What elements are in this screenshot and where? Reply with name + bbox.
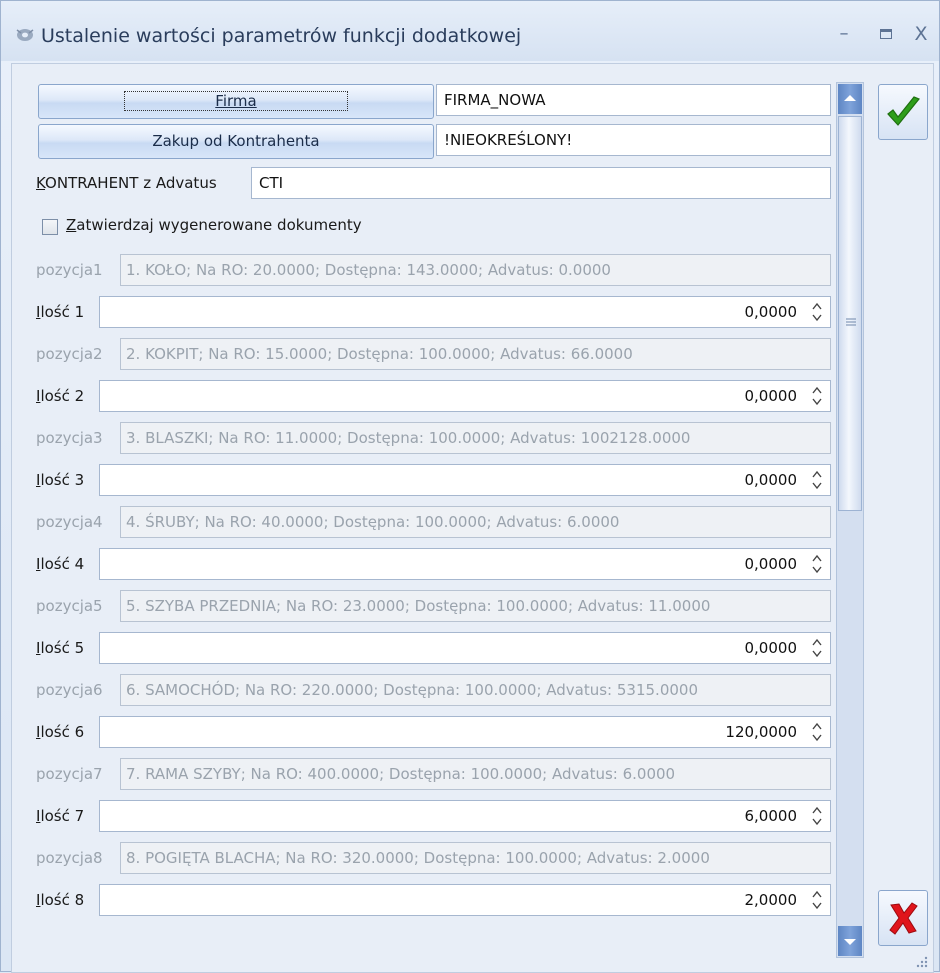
minimize-button[interactable]: –: [829, 21, 859, 47]
quantity-value: 6,0000: [744, 807, 798, 825]
position-field: 4. ŚRUBY; Na RO: 40.0000; Dostępna: 100.…: [120, 506, 831, 538]
quantity-stepper[interactable]: 0,0000: [99, 464, 831, 496]
quantity-label: Ilość 8: [36, 891, 85, 909]
quantity-value: 0,0000: [744, 471, 798, 489]
zakup-button-label: Zakup od Kontrahenta: [152, 132, 320, 150]
zatwierdzaj-label: Zatwierdzaj wygenerowane dokumenty: [66, 216, 362, 234]
zakup-od-kontrahenta-button[interactable]: Zakup od Kontrahenta: [38, 124, 434, 159]
firma-field[interactable]: FIRMA_NOWA: [436, 84, 831, 116]
position-field: 5. SZYBA PRZEDNIA; Na RO: 23.0000; Dostę…: [120, 590, 831, 622]
position-field: 8. POGIĘTA BLACHA; Na RO: 320.0000; Dost…: [120, 842, 831, 874]
quantity-label: Ilość 3: [36, 471, 85, 489]
spinner-icon[interactable]: [810, 720, 824, 744]
quantity-stepper[interactable]: 0,0000: [99, 632, 831, 664]
maximize-button[interactable]: [871, 21, 901, 47]
kontrahent-name-field[interactable]: !NIEOKREŚLONY!: [436, 124, 831, 156]
vertical-scrollbar[interactable]: [836, 82, 864, 958]
grip-icon: [846, 318, 856, 326]
spinner-icon[interactable]: [810, 636, 824, 660]
close-button[interactable]: X: [906, 21, 936, 47]
quantity-label: Ilość 4: [36, 555, 85, 573]
title-bar: Ustalenie wartości parametrów funkcji do…: [1, 1, 939, 61]
scroll-thumb[interactable]: [838, 116, 862, 511]
resize-grip-icon[interactable]: [915, 954, 929, 968]
spinner-icon[interactable]: [810, 888, 824, 912]
quantity-stepper[interactable]: 0,0000: [99, 548, 831, 580]
quantity-value: 2,0000: [744, 891, 798, 909]
position-field: 1. KOŁO; Na RO: 20.0000; Dostępna: 143.0…: [120, 254, 831, 286]
ok-button[interactable]: [878, 84, 928, 140]
kontrahent-advatus-field[interactable]: CTI: [251, 167, 831, 199]
quantity-label: Ilość 2: [36, 387, 85, 405]
spinner-icon[interactable]: [810, 300, 824, 324]
zatwierdzaj-checkbox[interactable]: [42, 219, 58, 235]
scroll-down-icon: [844, 939, 856, 945]
quantity-label: Ilość 5: [36, 639, 85, 657]
position-label: pozycja1: [36, 261, 103, 279]
firma-button-label: Firma: [124, 91, 348, 111]
scroll-down-button[interactable]: [838, 926, 862, 956]
spinner-icon[interactable]: [810, 552, 824, 576]
dialog-window: Ustalenie wartości parametrów funkcji do…: [0, 0, 940, 973]
quantity-value: 0,0000: [744, 387, 798, 405]
scroll-up-icon: [844, 95, 856, 101]
position-field: 6. SAMOCHÓD; Na RO: 220.0000; Dostępna: …: [120, 674, 831, 706]
position-label: pozycja2: [36, 345, 103, 363]
maximize-icon: [880, 29, 892, 39]
quantity-stepper[interactable]: 2,0000: [99, 884, 831, 916]
quantity-stepper[interactable]: 0,0000: [99, 380, 831, 412]
kontrahent-advatus-label: KONTRAHENT z Advatus: [36, 174, 217, 192]
quantity-value: 0,0000: [744, 555, 798, 573]
cancel-button[interactable]: [878, 890, 928, 946]
quantity-value: 0,0000: [744, 303, 798, 321]
quantity-value: 120,0000: [725, 723, 797, 741]
scroll-up-button[interactable]: [838, 84, 862, 114]
spinner-icon[interactable]: [810, 384, 824, 408]
position-field: 7. RAMA SZYBY; Na RO: 400.0000; Dostępna…: [120, 758, 831, 790]
checkmark-icon: [887, 96, 920, 126]
x-cancel-icon: [889, 902, 918, 935]
gear-icon: [16, 29, 34, 41]
position-field: 3. BLASZKI; Na RO: 11.0000; Dostępna: 10…: [120, 422, 831, 454]
position-label: pozycja4: [36, 513, 103, 531]
position-label: pozycja7: [36, 765, 103, 783]
position-label: pozycja6: [36, 681, 103, 699]
spinner-icon[interactable]: [810, 468, 824, 492]
spinner-icon[interactable]: [810, 804, 824, 828]
position-label: pozycja5: [36, 597, 103, 615]
firma-button[interactable]: Firma: [38, 84, 434, 119]
position-label: pozycja8: [36, 849, 103, 867]
quantity-label: Ilość 7: [36, 807, 85, 825]
quantity-value: 0,0000: [744, 639, 798, 657]
dialog-client-area: Firma FIRMA_NOWA Zakup od Kontrahenta !N…: [11, 63, 934, 973]
quantity-label: Ilość 1: [36, 303, 85, 321]
quantity-stepper[interactable]: 0,0000: [99, 296, 831, 328]
position-label: pozycja3: [36, 429, 103, 447]
quantity-stepper[interactable]: 6,0000: [99, 800, 831, 832]
position-field: 2. KOKPIT; Na RO: 15.0000; Dostępna: 100…: [120, 338, 831, 370]
window-title: Ustalenie wartości parametrów funkcji do…: [41, 25, 522, 47]
quantity-stepper[interactable]: 120,0000: [99, 716, 831, 748]
quantity-label: Ilość 6: [36, 723, 85, 741]
